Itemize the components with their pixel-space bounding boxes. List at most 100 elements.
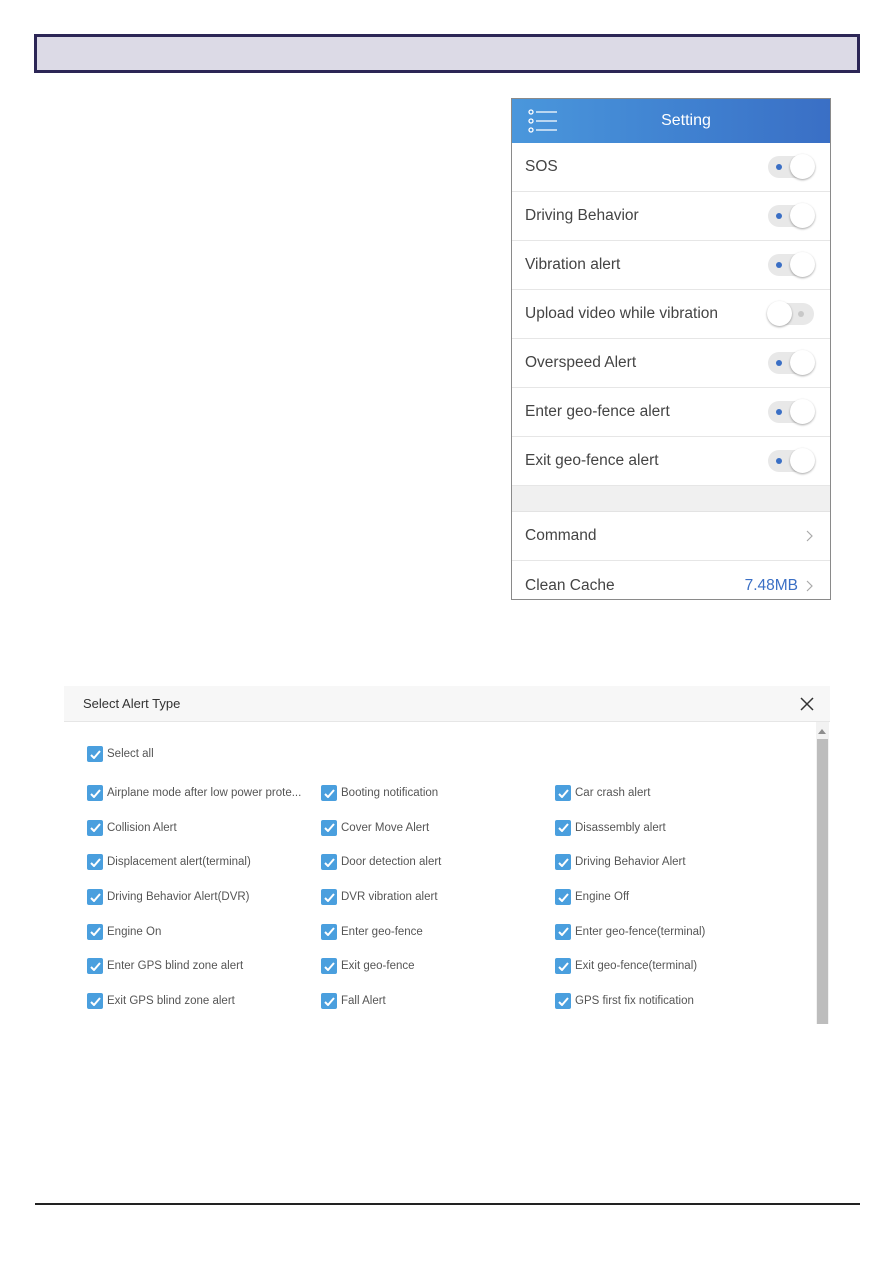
- alert-type-checkbox[interactable]: GPS first fix notification: [555, 993, 789, 1010]
- setting-label: Enter geo-fence alert: [525, 403, 670, 420]
- alert-row: Engine On Enter geo-fence Enter geo-fence(…: [87, 923, 792, 959]
- alert-type-checkbox[interactable]: Exit GPS blind zone alert: [87, 993, 321, 1010]
- alert-type-checkbox[interactable]: Displacement alert(terminal): [87, 854, 321, 871]
- checkbox-checked-icon: [321, 889, 337, 906]
- toggle-knob: [790, 203, 815, 228]
- toggle-indicator: [776, 458, 782, 464]
- menu-icon[interactable]: [528, 108, 558, 134]
- alert-row: Airplane mode after low power prote... Bo…: [87, 785, 792, 820]
- alert-type-grid: Airplane mode after low power prote... Bo…: [87, 785, 792, 1028]
- toggle-indicator: [776, 409, 782, 415]
- checkbox-checked-icon: [555, 785, 571, 801]
- alert-row: Collision Alert Cover Move Alert Disassemb…: [87, 819, 792, 855]
- alert-type-label: Cover Move Alert: [341, 821, 430, 834]
- command-label: Command: [525, 527, 597, 544]
- toggle-switch[interactable]: [768, 203, 815, 228]
- footer-rule: [35, 1203, 860, 1205]
- alert-type-label: Enter GPS blind zone alert: [107, 960, 244, 973]
- alert-type-checkbox[interactable]: Disassembly alert: [555, 819, 789, 836]
- clean-cache-row[interactable]: Clean Cache 7.48MB: [512, 561, 830, 599]
- scrollbar-thumb[interactable]: [817, 739, 828, 1024]
- alert-type-label: Driving Behavior Alert: [575, 856, 686, 869]
- alert-type-checkbox[interactable]: Enter GPS blind zone alert: [87, 958, 321, 975]
- alert-row: Displacement alert(terminal) Door detecti…: [87, 854, 792, 889]
- dialog-header: Select Alert Type: [64, 686, 830, 722]
- setting-row: SOS: [512, 143, 830, 192]
- alert-type-checkbox[interactable]: Driving Behavior Alert: [555, 854, 789, 871]
- alert-type-checkbox[interactable]: Booting notification: [321, 785, 555, 801]
- toggle-switch[interactable]: [768, 154, 815, 179]
- setting-row: Upload video while vibration: [512, 290, 830, 339]
- setting-label: Upload video while vibration: [525, 305, 719, 322]
- alert-type-checkbox[interactable]: Engine On: [87, 923, 321, 940]
- alert-type-checkbox[interactable]: Cover Move Alert: [321, 819, 555, 836]
- setting-label: Overspeed Alert: [525, 354, 637, 371]
- alert-type-checkbox[interactable]: Exit geo-fence(terminal): [555, 958, 789, 975]
- alert-type-label: Car crash alert: [575, 787, 651, 799]
- checkbox-checked-icon: [321, 993, 337, 1010]
- toggle-indicator: [798, 311, 804, 317]
- setting-row: Overspeed Alert: [512, 339, 830, 388]
- select-alert-type-dialog: Select Alert Type Select all Airplane mo…: [64, 686, 830, 1024]
- select-all-checkbox[interactable]: Select all: [87, 746, 154, 762]
- dialog-body: Select all Airplane mode after low power…: [64, 722, 830, 1024]
- checkbox-checked-icon: [87, 993, 103, 1010]
- checkbox-checked-icon: [321, 854, 337, 871]
- alert-type-checkbox[interactable]: DVR vibration alert: [321, 889, 555, 906]
- checkbox-checked-icon: [321, 958, 337, 975]
- alert-type-label: Disassembly alert: [575, 821, 666, 834]
- toggle-indicator: [776, 213, 782, 219]
- alert-type-label: Booting notification: [341, 787, 439, 799]
- toggle-switch[interactable]: [768, 399, 815, 424]
- toggle-switch[interactable]: [767, 301, 814, 326]
- alert-type-label: Enter geo-fence: [341, 925, 423, 938]
- alert-type-label: Door detection alert: [341, 856, 442, 869]
- checkbox-checked-icon: [555, 819, 571, 836]
- alert-type-checkbox[interactable]: Driving Behavior Alert(DVR): [87, 889, 321, 906]
- checkbox-checked-icon: [321, 923, 337, 940]
- toggle-indicator: [776, 164, 782, 170]
- alert-type-label: Exit geo-fence(terminal): [575, 960, 698, 973]
- alert-type-checkbox[interactable]: Enter geo-fence(terminal): [555, 923, 789, 940]
- alert-type-checkbox[interactable]: Enter geo-fence: [321, 923, 555, 940]
- toggle-list: SOS Driving Behavior Vibration alert Upload…: [512, 143, 830, 486]
- alert-type-label: GPS first fix notification: [575, 995, 694, 1008]
- toggle-knob: [790, 252, 815, 277]
- section-divider: [512, 486, 830, 512]
- alert-type-checkbox[interactable]: Engine Off: [555, 889, 789, 906]
- setting-row: Vibration alert: [512, 241, 830, 290]
- cache-size: 7.48MB: [744, 576, 798, 594]
- alert-type-label: Collision Alert: [107, 821, 177, 834]
- scrollbar[interactable]: [816, 722, 829, 1024]
- alert-type-checkbox[interactable]: Door detection alert: [321, 854, 555, 871]
- alert-type-checkbox[interactable]: Collision Alert: [87, 819, 321, 836]
- alert-type-checkbox[interactable]: Fall Alert: [321, 993, 555, 1010]
- dialog-title: Select Alert Type: [83, 696, 181, 711]
- checkbox-checked-icon: [87, 923, 103, 940]
- setting-label: Driving Behavior: [525, 207, 639, 224]
- select-all-label: Select all: [107, 748, 154, 760]
- alert-type-checkbox[interactable]: Car crash alert: [555, 785, 789, 801]
- toggle-switch[interactable]: [768, 448, 815, 473]
- command-row[interactable]: Command: [512, 512, 830, 561]
- alert-type-label: Enter geo-fence(terminal): [575, 925, 706, 938]
- setting-row: Driving Behavior: [512, 192, 830, 241]
- alert-type-checkbox[interactable]: Airplane mode after low power prote...: [87, 785, 321, 801]
- toggle-switch[interactable]: [768, 350, 815, 375]
- setting-row: Enter geo-fence alert: [512, 388, 830, 437]
- scroll-up-arrow-icon[interactable]: [818, 729, 826, 734]
- checkbox-checked-icon: [321, 785, 337, 801]
- setting-label: Vibration alert: [525, 256, 621, 273]
- close-icon[interactable]: [800, 696, 814, 711]
- toggle-switch[interactable]: [768, 252, 815, 277]
- checkbox-checked-icon: [555, 993, 571, 1010]
- alert-type-checkbox[interactable]: Exit geo-fence: [321, 958, 555, 975]
- alert-row: Enter GPS blind zone alert Exit geo-fence…: [87, 958, 792, 993]
- section-banner: [34, 34, 860, 73]
- setting-row: Exit geo-fence alert: [512, 437, 830, 486]
- alert-type-label: Exit GPS blind zone alert: [107, 995, 235, 1008]
- settings-header: Setting: [512, 99, 830, 143]
- checkbox-checked-icon: [321, 819, 337, 836]
- settings-screen: Setting SOS Driving Behavior Vibration ale…: [511, 98, 831, 600]
- checkbox-checked-icon: [87, 785, 103, 801]
